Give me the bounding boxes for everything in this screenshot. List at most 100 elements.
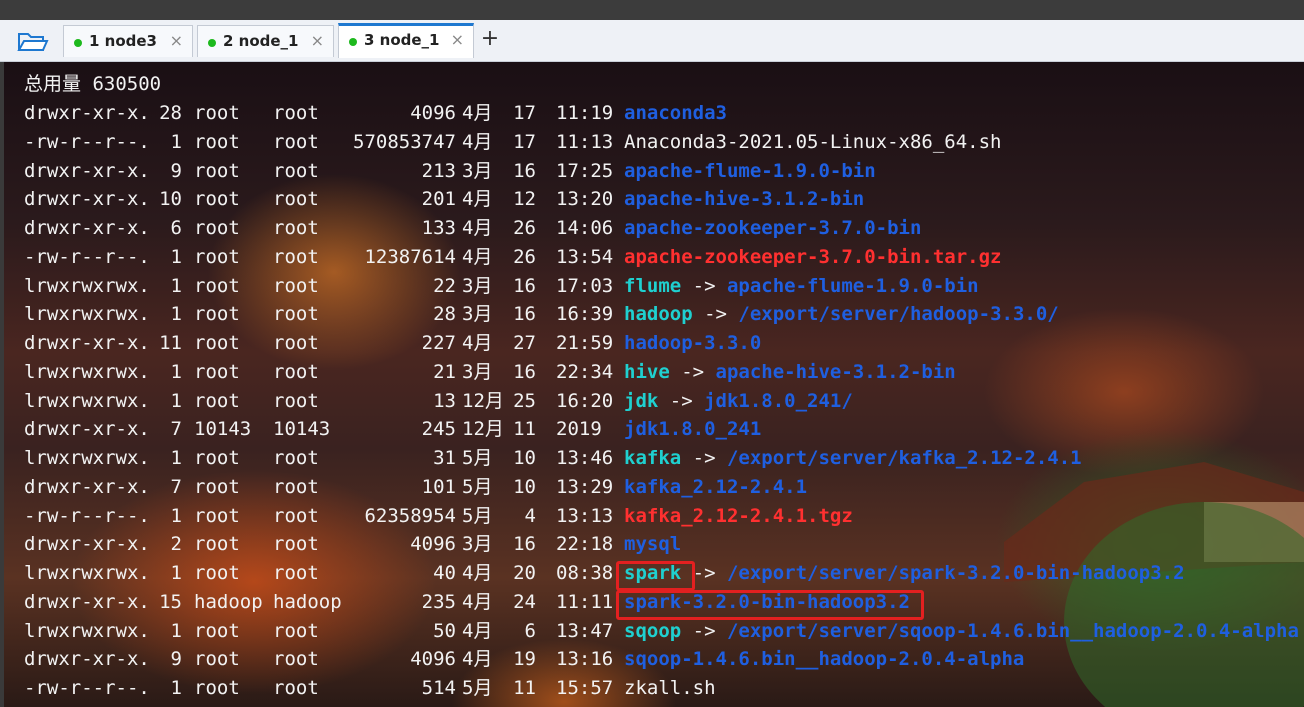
- link-count: 1: [170, 303, 182, 326]
- close-tab-icon[interactable]: ×: [451, 30, 464, 49]
- modified-month: 3月: [462, 303, 493, 326]
- file-name: apache-zookeeper-3.7.0-bin.tar.gz: [624, 245, 1002, 268]
- link-count: 6: [170, 217, 182, 239]
- file-owner: root: [194, 533, 240, 556]
- file-owner: root: [194, 562, 240, 584]
- file-size: 133: [421, 217, 456, 239]
- file-group: root: [273, 533, 319, 556]
- file-group: root: [273, 217, 319, 239]
- modified-day: 16: [513, 159, 536, 182]
- file-entry-name: jdk1.8.0_241: [624, 415, 761, 443]
- listing-row: lrwxrwxrwx. 1 root root 28 3月 16 16:39 hadoop ->…: [24, 300, 1304, 328]
- listing-row: drwxr-xr-x. 9 root root 213 3月 16 17:25 apache-f…: [24, 157, 1304, 185]
- file-name: kafka_2.12-2.4.1.tgz: [624, 504, 853, 527]
- file-group: root: [273, 504, 319, 527]
- symlink-arrow: ->: [681, 274, 727, 297]
- modified-time: 21:59: [556, 332, 614, 354]
- file-entry-name: apache-zookeeper-3.7.0-bin: [624, 214, 921, 242]
- link-count: 28: [159, 102, 182, 124]
- tab-node3[interactable]: 1 node3 ×: [63, 25, 193, 57]
- symlink-target: /export/server/sqoop-1.4.6.bin__hadoop-2…: [726, 619, 1299, 642]
- file-entry-name: zkall.sh: [624, 674, 716, 702]
- link-count: 1: [170, 677, 182, 699]
- close-tab-icon[interactable]: ×: [170, 31, 183, 50]
- symlink-arrow: ->: [681, 619, 727, 642]
- file-name: hadoop: [624, 303, 693, 326]
- file-entry-name: spark -> /export/server/spark-3.2.0-bin-…: [624, 559, 1185, 587]
- file-permissions: drwxr-xr-x.: [24, 102, 150, 124]
- modified-month: 4月: [462, 102, 493, 124]
- file-entry-name: kafka_2.12-2.4.1.tgz: [624, 502, 853, 530]
- file-owner: root: [194, 447, 240, 469]
- session-tab-bar: 1 node3 × 2 node_1 × 3 node_1 × +: [0, 20, 1304, 62]
- file-name: hadoop-3.3.0: [624, 332, 762, 354]
- file-name: kafka: [624, 447, 682, 469]
- file-group: root: [273, 303, 319, 326]
- link-count: 9: [170, 648, 182, 671]
- file-size: 101: [421, 475, 456, 498]
- modified-time: 11:11: [556, 590, 614, 613]
- tab-node-1-active[interactable]: 3 node_1 ×: [338, 23, 474, 58]
- link-count: 1: [170, 245, 182, 268]
- file-group: root: [273, 677, 319, 699]
- symlink-target: /export/server/spark-3.2.0-bin-hadoop3.2: [726, 562, 1185, 584]
- modified-day: 17: [513, 130, 536, 153]
- file-permissions: lrwxrwxrwx.: [24, 274, 150, 297]
- modified-time: 13:54: [556, 245, 614, 268]
- listing-row: -rw-r--r--. 1 root root 570853747 4月 17 11:13 An…: [24, 128, 1304, 156]
- listing-row: lrwxrwxrwx. 1 root root 21 3月 16 22:34 hive -> a…: [24, 358, 1304, 386]
- file-name: jdk: [624, 389, 659, 412]
- terminal-output[interactable]: 总用量 630500 drwxr-xr-x. 28 root root 4096 4月 17…: [4, 62, 1304, 707]
- file-owner: root: [194, 475, 240, 498]
- link-count: 15: [159, 590, 182, 613]
- file-permissions: lrwxrwxrwx.: [24, 562, 150, 584]
- file-owner: root: [194, 677, 240, 699]
- tab-node-1[interactable]: 2 node_1 ×: [197, 25, 334, 57]
- symlink-arrow: ->: [658, 389, 705, 412]
- symlink-arrow: ->: [681, 447, 727, 469]
- file-name: hive: [624, 360, 670, 383]
- file-permissions: drwxr-xr-x.: [24, 648, 150, 671]
- file-permissions: drwxr-xr-x.: [24, 475, 150, 498]
- file-owner: root: [194, 360, 240, 383]
- file-name: apache-flume-1.9.0-bin: [624, 159, 876, 182]
- close-tab-icon[interactable]: ×: [311, 31, 324, 50]
- file-entry-name: anaconda3: [624, 99, 727, 127]
- file-permissions: drwxr-xr-x.: [24, 217, 150, 239]
- file-permissions: drwxr-xr-x.: [24, 533, 150, 556]
- file-size: 21: [433, 360, 456, 383]
- file-owner: root: [194, 274, 240, 297]
- modified-month: 3月: [462, 360, 493, 383]
- file-group: 10143: [273, 418, 331, 441]
- link-count: 9: [170, 159, 182, 182]
- link-count: 7: [170, 418, 182, 441]
- file-owner: root: [194, 217, 240, 239]
- file-size: 62358954: [364, 504, 456, 527]
- file-entry-name: jdk -> jdk1.8.0_241/: [624, 387, 853, 415]
- file-size: 12387614: [364, 245, 456, 268]
- modified-time: 08:38: [556, 562, 614, 584]
- modified-day: 10: [513, 475, 536, 498]
- file-name: jdk1.8.0_241: [624, 418, 762, 441]
- modified-month: 3月: [462, 159, 493, 182]
- modified-time: 13:29: [556, 475, 614, 498]
- file-owner: root: [194, 504, 240, 527]
- open-session-folder-icon[interactable]: [16, 28, 50, 54]
- file-owner: root: [194, 159, 240, 182]
- modified-time: 13:46: [556, 447, 614, 469]
- file-name: apache-hive-3.1.2-bin: [624, 188, 865, 211]
- file-permissions: drwxr-xr-x.: [24, 332, 150, 354]
- modified-month: 4月: [462, 332, 493, 354]
- modified-month: 12月: [462, 418, 504, 441]
- file-owner: root: [194, 245, 240, 268]
- connected-status-icon: [208, 39, 216, 47]
- file-size: 570853747: [353, 130, 456, 153]
- add-tab-button[interactable]: +: [480, 28, 500, 50]
- modified-month: 5月: [462, 504, 493, 527]
- file-permissions: lrwxrwxrwx.: [24, 303, 150, 326]
- modified-time: 15:57: [556, 677, 614, 699]
- modified-day: 10: [513, 447, 536, 469]
- file-size: 22: [433, 274, 456, 297]
- file-group: root: [273, 130, 319, 153]
- file-group: root: [273, 188, 319, 211]
